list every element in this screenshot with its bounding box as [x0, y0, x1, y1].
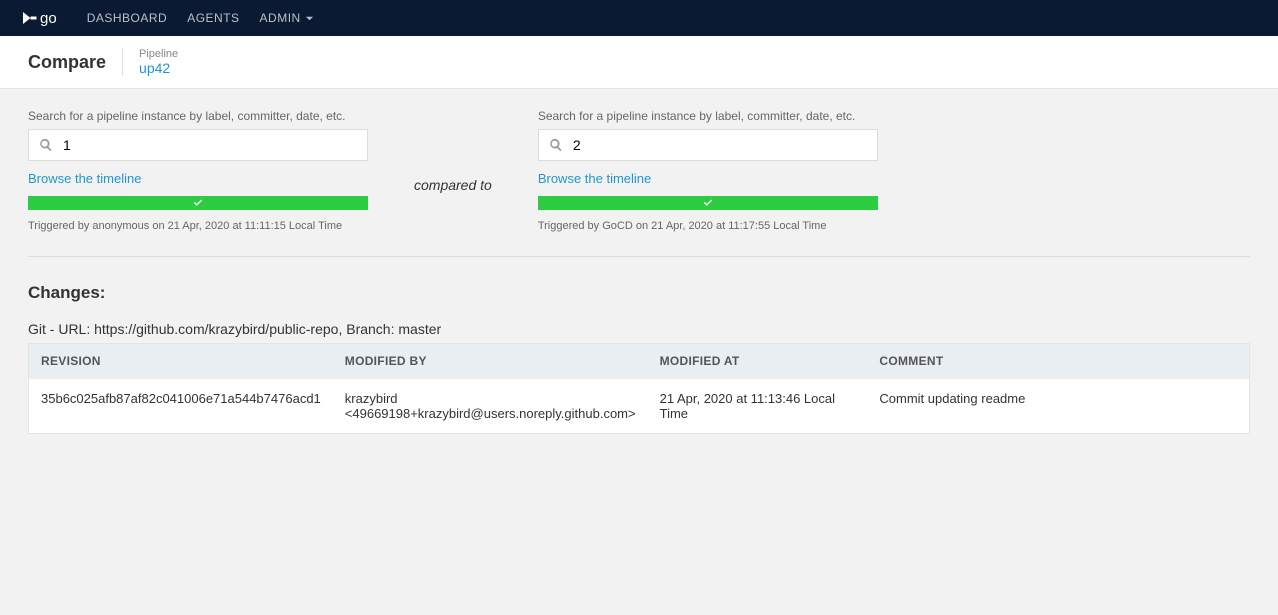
compare-left: Search for a pipeline instance by label,…	[28, 109, 368, 232]
col-comment: COMMENT	[867, 344, 1249, 379]
header-divider	[122, 48, 123, 76]
search-box-right[interactable]	[538, 129, 878, 161]
status-bar-right[interactable]	[538, 196, 878, 210]
chevron-down-icon	[305, 14, 314, 23]
compare-row: Search for a pipeline instance by label,…	[28, 109, 1250, 257]
pipeline-meta: Pipeline up42	[139, 48, 178, 76]
cell-modified-at: 21 Apr, 2020 at 11:13:46 Local Time	[648, 379, 868, 434]
triggered-text-left: Triggered by anonymous on 21 Apr, 2020 a…	[28, 220, 368, 232]
browse-timeline-right[interactable]: Browse the timeline	[538, 171, 651, 186]
pipeline-meta-label: Pipeline	[139, 48, 178, 60]
main-content: Search for a pipeline instance by label,…	[0, 89, 1278, 454]
col-modified-at: MODIFIED AT	[648, 344, 868, 379]
status-bar-left[interactable]	[28, 196, 368, 210]
triggered-text-right: Triggered by GoCD on 21 Apr, 2020 at 11:…	[538, 220, 878, 232]
search-input-right[interactable]	[573, 137, 867, 153]
nav-admin[interactable]: ADMIN	[260, 11, 314, 25]
nav-agents[interactable]: AGENTS	[187, 11, 239, 25]
page-header: Compare Pipeline up42	[0, 36, 1278, 89]
search-icon	[549, 138, 563, 152]
table-row: 35b6c025afb87af82c041006e71a544b7476acd1…	[29, 379, 1250, 434]
go-logo-icon	[20, 9, 38, 27]
check-icon	[703, 198, 713, 208]
cell-comment: Commit updating readme	[867, 379, 1249, 434]
table-header-row: REVISION MODIFIED BY MODIFIED AT COMMENT	[29, 344, 1250, 379]
top-nav: go DASHBOARD AGENTS ADMIN	[0, 0, 1278, 36]
nav-admin-label: ADMIN	[260, 11, 301, 25]
nav-dashboard[interactable]: DASHBOARD	[87, 11, 168, 25]
compared-to-label: compared to	[384, 177, 522, 193]
compare-right: Search for a pipeline instance by label,…	[538, 109, 878, 232]
col-revision: REVISION	[29, 344, 333, 379]
page-title: Compare	[28, 52, 106, 73]
changes-table: REVISION MODIFIED BY MODIFIED AT COMMENT…	[28, 343, 1250, 434]
cell-modified-by: krazybird <49669198+krazybird@users.nore…	[333, 379, 648, 434]
logo[interactable]: go	[20, 9, 57, 27]
col-modified-by: MODIFIED BY	[333, 344, 648, 379]
cell-revision: 35b6c025afb87af82c041006e71a544b7476acd1	[29, 379, 333, 434]
search-label-left: Search for a pipeline instance by label,…	[28, 109, 368, 123]
search-icon	[39, 138, 53, 152]
check-icon	[193, 198, 203, 208]
browse-timeline-left[interactable]: Browse the timeline	[28, 171, 141, 186]
search-label-right: Search for a pipeline instance by label,…	[538, 109, 878, 123]
changes-title: Changes:	[28, 283, 1250, 303]
logo-text: go	[40, 10, 57, 27]
pipeline-name-link[interactable]: up42	[139, 60, 178, 76]
search-input-left[interactable]	[63, 137, 357, 153]
search-box-left[interactable]	[28, 129, 368, 161]
repo-line: Git - URL: https://github.com/krazybird/…	[28, 321, 1250, 337]
